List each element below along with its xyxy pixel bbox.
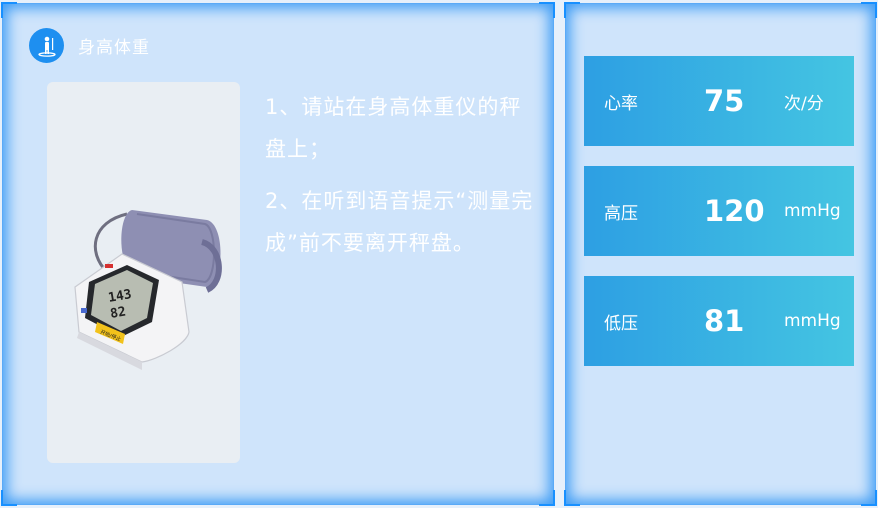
corner-decoration <box>1 490 17 506</box>
metric-unit: mmHg <box>784 201 841 221</box>
corner-decoration <box>861 490 877 506</box>
metric-unit: 次/分 <box>784 93 824 114</box>
metric-unit: mmHg <box>784 311 841 331</box>
metric-diastolic: 低压 81 mmHg <box>584 276 854 366</box>
measurement-panel: 身高体重 143 82 开始/停止 1、请站在身高体重仪的秤盘上； 2、在听到语… <box>1 2 555 506</box>
corner-decoration <box>564 2 580 18</box>
instruction-step-2: 2、在听到语音提示“测量完成”前不要离开秤盘。 <box>265 189 534 255</box>
metric-label: 心率 <box>604 93 638 114</box>
screen-diastolic-value: 82 <box>109 304 127 321</box>
metric-systolic: 高压 120 mmHg <box>584 166 854 256</box>
device-image: 143 82 开始/停止 <box>47 82 240 463</box>
results-panel: 心率 75 次/分 高压 120 mmHg 低压 81 mmHg <box>564 2 877 506</box>
corner-decoration <box>1 2 17 18</box>
corner-decoration <box>539 2 555 18</box>
person-scale-icon <box>29 28 64 63</box>
metric-label: 高压 <box>604 203 638 224</box>
instructions-text: 1、请站在身高体重仪的秤盘上； 2、在听到语音提示“测量完成”前不要离开秤盘。 <box>265 86 540 274</box>
panel-title: 身高体重 <box>78 38 150 58</box>
metric-value: 75 <box>704 84 745 118</box>
metric-label: 低压 <box>604 313 638 334</box>
instruction-step-1: 1、请站在身高体重仪的秤盘上； <box>265 95 522 161</box>
corner-decoration <box>861 2 877 18</box>
metric-value: 120 <box>704 194 765 228</box>
corner-decoration <box>564 490 580 506</box>
corner-decoration <box>539 490 555 506</box>
metric-heart-rate: 心率 75 次/分 <box>584 56 854 146</box>
blood-pressure-monitor-icon: 143 82 开始/停止 <box>74 210 222 370</box>
metric-value: 81 <box>704 304 745 338</box>
panel-header: 身高体重 <box>29 28 150 63</box>
